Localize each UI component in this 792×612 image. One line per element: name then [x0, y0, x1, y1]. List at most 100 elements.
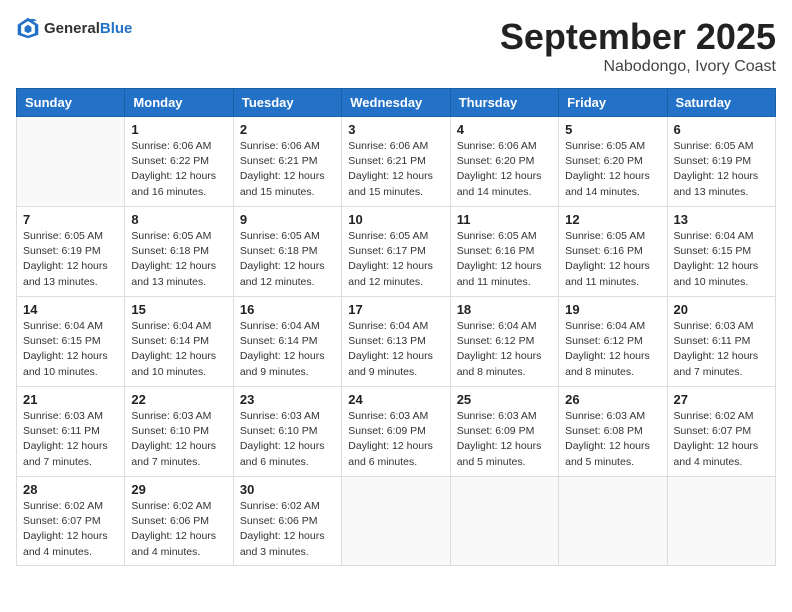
day-number: 29: [131, 482, 226, 497]
calendar-cell: [17, 117, 125, 207]
calendar-cell: 22 Sunrise: 6:03 AM Sunset: 6:10 PM Dayli…: [125, 387, 233, 477]
calendar-cell: [342, 477, 450, 566]
calendar-cell: [450, 477, 558, 566]
day-info: Sunrise: 6:05 AM Sunset: 6:16 PM Dayligh…: [565, 229, 660, 290]
calendar-cell: 5 Sunrise: 6:05 AM Sunset: 6:20 PM Daylig…: [559, 117, 667, 207]
column-header-saturday: Saturday: [667, 89, 775, 117]
calendar-cell: 17 Sunrise: 6:04 AM Sunset: 6:13 PM Dayli…: [342, 297, 450, 387]
day-number: 25: [457, 392, 552, 407]
calendar-cell: 14 Sunrise: 6:04 AM Sunset: 6:15 PM Dayli…: [17, 297, 125, 387]
day-number: 8: [131, 212, 226, 227]
day-number: 27: [674, 392, 769, 407]
calendar-cell: 10 Sunrise: 6:05 AM Sunset: 6:17 PM Dayli…: [342, 207, 450, 297]
day-number: 21: [23, 392, 118, 407]
calendar-cell: 15 Sunrise: 6:04 AM Sunset: 6:14 PM Dayli…: [125, 297, 233, 387]
day-info: Sunrise: 6:05 AM Sunset: 6:18 PM Dayligh…: [131, 229, 226, 290]
calendar-cell: 28Sunrise: 6:02 AM Sunset: 6:07 PM Dayli…: [17, 477, 125, 566]
day-number: 10: [348, 212, 443, 227]
day-info: Sunrise: 6:04 AM Sunset: 6:13 PM Dayligh…: [348, 319, 443, 380]
day-number: 16: [240, 302, 335, 317]
day-info: Sunrise: 6:04 AM Sunset: 6:15 PM Dayligh…: [674, 229, 769, 290]
calendar-cell: 26 Sunrise: 6:03 AM Sunset: 6:08 PM Dayli…: [559, 387, 667, 477]
calendar-header-row: SundayMondayTuesdayWednesdayThursdayFrid…: [17, 89, 776, 117]
day-number: 12: [565, 212, 660, 227]
calendar-cell: 4 Sunrise: 6:06 AM Sunset: 6:20 PM Daylig…: [450, 117, 558, 207]
day-number: 14: [23, 302, 118, 317]
calendar-cell: 8 Sunrise: 6:05 AM Sunset: 6:18 PM Daylig…: [125, 207, 233, 297]
day-info: Sunrise: 6:03 AM Sunset: 6:09 PM Dayligh…: [348, 409, 443, 470]
day-info: Sunrise: 6:03 AM Sunset: 6:08 PM Dayligh…: [565, 409, 660, 470]
day-info: Sunrise: 6:04 AM Sunset: 6:12 PM Dayligh…: [457, 319, 552, 380]
location: Nabodongo, Ivory Coast: [500, 58, 776, 76]
calendar-cell: 12 Sunrise: 6:05 AM Sunset: 6:16 PM Dayli…: [559, 207, 667, 297]
day-number: 28: [23, 482, 118, 497]
day-number: 23: [240, 392, 335, 407]
calendar-cell: 24Sunrise: 6:03 AM Sunset: 6:09 PM Dayli…: [342, 387, 450, 477]
day-info: Sunrise: 6:04 AM Sunset: 6:12 PM Dayligh…: [565, 319, 660, 380]
calendar-cell: 29 Sunrise: 6:02 AM Sunset: 6:06 PM Dayli…: [125, 477, 233, 566]
day-number: 22: [131, 392, 226, 407]
day-info: Sunrise: 6:03 AM Sunset: 6:10 PM Dayligh…: [131, 409, 226, 470]
calendar-cell: [667, 477, 775, 566]
calendar-cell: 30Sunrise: 6:02 AM Sunset: 6:06 PM Dayli…: [233, 477, 341, 566]
day-info: Sunrise: 6:03 AM Sunset: 6:11 PM Dayligh…: [674, 319, 769, 380]
day-info: Sunrise: 6:02 AM Sunset: 6:06 PM Dayligh…: [131, 499, 226, 560]
day-number: 20: [674, 302, 769, 317]
calendar-week-row: 7Sunrise: 6:05 AM Sunset: 6:19 PM Daylig…: [17, 207, 776, 297]
calendar-cell: 18 Sunrise: 6:04 AM Sunset: 6:12 PM Dayli…: [450, 297, 558, 387]
day-number: 11: [457, 212, 552, 227]
day-number: 3: [348, 122, 443, 137]
day-info: Sunrise: 6:05 AM Sunset: 6:16 PM Dayligh…: [457, 229, 552, 290]
column-header-friday: Friday: [559, 89, 667, 117]
calendar-week-row: 21 Sunrise: 6:03 AM Sunset: 6:11 PM Dayli…: [17, 387, 776, 477]
logo-icon: [16, 16, 40, 40]
calendar-cell: 21 Sunrise: 6:03 AM Sunset: 6:11 PM Dayli…: [17, 387, 125, 477]
day-info: Sunrise: 6:05 AM Sunset: 6:17 PM Dayligh…: [348, 229, 443, 290]
day-info: Sunrise: 6:03 AM Sunset: 6:10 PM Dayligh…: [240, 409, 335, 470]
calendar-cell: 7Sunrise: 6:05 AM Sunset: 6:19 PM Daylig…: [17, 207, 125, 297]
day-info: Sunrise: 6:04 AM Sunset: 6:15 PM Dayligh…: [23, 319, 118, 380]
day-number: 9: [240, 212, 335, 227]
calendar-cell: 9 Sunrise: 6:05 AM Sunset: 6:18 PM Daylig…: [233, 207, 341, 297]
calendar-cell: 25 Sunrise: 6:03 AM Sunset: 6:09 PM Dayli…: [450, 387, 558, 477]
calendar-cell: 11 Sunrise: 6:05 AM Sunset: 6:16 PM Dayli…: [450, 207, 558, 297]
calendar-week-row: 1Sunrise: 6:06 AM Sunset: 6:22 PM Daylig…: [17, 117, 776, 207]
calendar-cell: 3 Sunrise: 6:06 AM Sunset: 6:21 PM Daylig…: [342, 117, 450, 207]
day-number: 13: [674, 212, 769, 227]
day-number: 26: [565, 392, 660, 407]
calendar-cell: 19 Sunrise: 6:04 AM Sunset: 6:12 PM Dayli…: [559, 297, 667, 387]
calendar-cell: 1Sunrise: 6:06 AM Sunset: 6:22 PM Daylig…: [125, 117, 233, 207]
day-info: Sunrise: 6:05 AM Sunset: 6:20 PM Dayligh…: [565, 139, 660, 200]
calendar-cell: 23 Sunrise: 6:03 AM Sunset: 6:10 PM Dayli…: [233, 387, 341, 477]
day-number: 7: [23, 212, 118, 227]
day-number: 4: [457, 122, 552, 137]
column-header-monday: Monday: [125, 89, 233, 117]
calendar-cell: 20 Sunrise: 6:03 AM Sunset: 6:11 PM Dayli…: [667, 297, 775, 387]
day-number: 30: [240, 482, 335, 497]
day-number: 17: [348, 302, 443, 317]
day-number: 5: [565, 122, 660, 137]
day-info: Sunrise: 6:04 AM Sunset: 6:14 PM Dayligh…: [240, 319, 335, 380]
column-header-tuesday: Tuesday: [233, 89, 341, 117]
calendar-cell: 6 Sunrise: 6:05 AM Sunset: 6:19 PM Daylig…: [667, 117, 775, 207]
day-info: Sunrise: 6:06 AM Sunset: 6:21 PM Dayligh…: [348, 139, 443, 200]
day-info: Sunrise: 6:05 AM Sunset: 6:18 PM Dayligh…: [240, 229, 335, 290]
day-info: Sunrise: 6:02 AM Sunset: 6:07 PM Dayligh…: [674, 409, 769, 470]
day-number: 18: [457, 302, 552, 317]
logo-text: GeneralBlue: [44, 20, 132, 37]
day-number: 15: [131, 302, 226, 317]
day-number: 2: [240, 122, 335, 137]
day-info: Sunrise: 6:06 AM Sunset: 6:20 PM Dayligh…: [457, 139, 552, 200]
day-info: Sunrise: 6:03 AM Sunset: 6:11 PM Dayligh…: [23, 409, 118, 470]
day-info: Sunrise: 6:04 AM Sunset: 6:14 PM Dayligh…: [131, 319, 226, 380]
page-header: GeneralBlue September 2025 Nabodongo, Iv…: [16, 16, 776, 76]
calendar-cell: 2Sunrise: 6:06 AM Sunset: 6:21 PM Daylig…: [233, 117, 341, 207]
day-number: 19: [565, 302, 660, 317]
title-block: September 2025 Nabodongo, Ivory Coast: [500, 16, 776, 76]
logo: GeneralBlue: [16, 16, 132, 40]
column-header-wednesday: Wednesday: [342, 89, 450, 117]
day-number: 1: [131, 122, 226, 137]
day-info: Sunrise: 6:05 AM Sunset: 6:19 PM Dayligh…: [674, 139, 769, 200]
day-info: Sunrise: 6:03 AM Sunset: 6:09 PM Dayligh…: [457, 409, 552, 470]
day-number: 6: [674, 122, 769, 137]
